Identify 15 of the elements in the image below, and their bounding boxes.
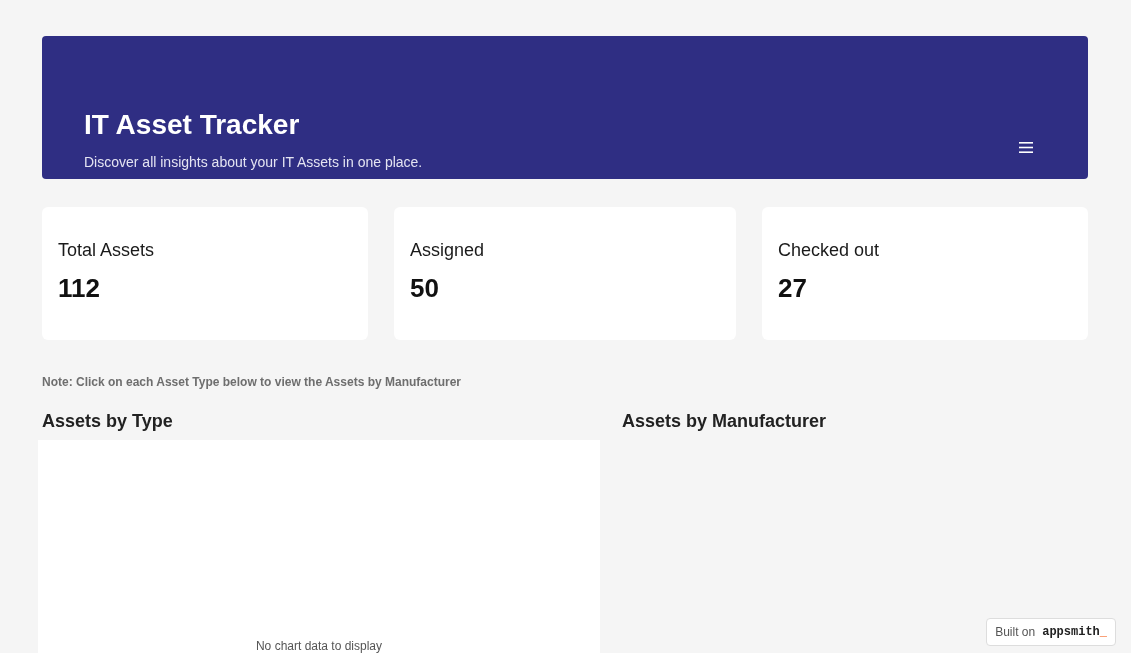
stat-value: 27 [778, 273, 807, 303]
note-text: Note: Click on each Asset Type below to view the Assets by Manufacturer [42, 374, 461, 390]
menu-icon [1019, 142, 1033, 153]
section-title: Assets by Type [42, 410, 173, 433]
built-on-link[interactable]: Built on appsmith_ [986, 618, 1116, 646]
stat-label: Total Assets [58, 239, 155, 262]
app-subtitle: Discover all insights about your IT Assets in one place. [84, 153, 423, 172]
stat-label: Checked out [778, 239, 880, 262]
menu-button[interactable] [1019, 142, 1033, 153]
app-title: IT Asset Tracker [84, 109, 301, 141]
stat-label: Assigned [410, 239, 485, 262]
stat-value: 112 [58, 273, 100, 303]
stat-value: 50 [410, 273, 439, 303]
section-title: Assets by Manufacturer [622, 410, 827, 433]
empty-chart-message: No chart data to display [255, 639, 383, 653]
